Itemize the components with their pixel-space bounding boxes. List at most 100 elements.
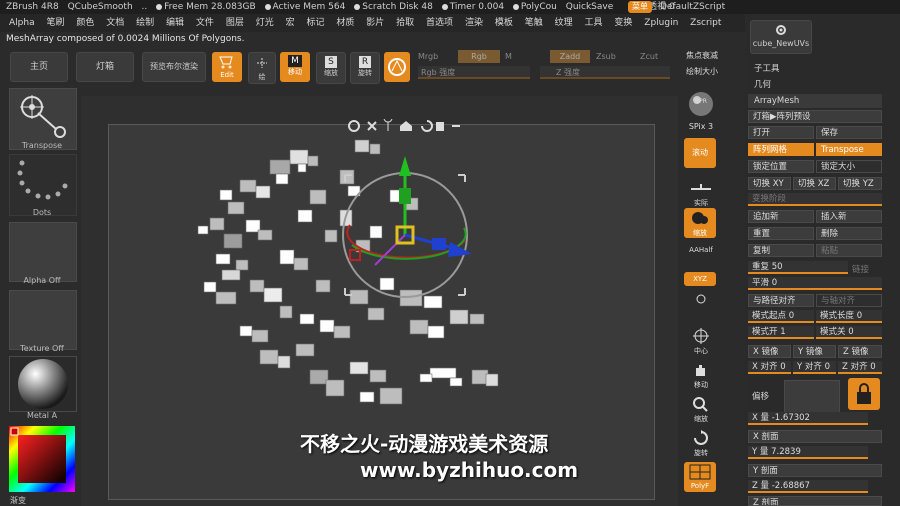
menu-item-material[interactable]: 材质 [336,18,354,28]
focal-shift-slider[interactable]: 焦点衰减 [686,50,718,61]
y-align-slider[interactable]: Y 对齐 0 [793,361,836,374]
aahalf-button[interactable]: AAHalf [686,246,716,266]
menu-item-preferences[interactable]: 首选项 [426,18,453,28]
chain-toggle[interactable]: 链接 [852,263,869,275]
pattern-off-slider[interactable]: 模式关 0 [816,326,882,339]
menu-item-transform[interactable]: 变换 [614,18,632,28]
texture-thumb[interactable] [9,290,77,350]
menu-item-texture[interactable]: 纹理 [555,18,573,28]
geometry-header[interactable]: 几何 [754,78,771,90]
append-new-button[interactable]: 追加新 [748,210,814,223]
menu-item-alpha[interactable]: Alpha [9,18,35,28]
paste-button[interactable]: 粘贴 [816,244,882,257]
quicksave-button[interactable]: QuickSave [566,2,614,12]
menu-item-stencil[interactable]: 模板 [495,18,513,28]
zoom-button[interactable]: 缩放 [684,208,716,238]
rotate-button[interactable]: R 旋转 [350,52,380,84]
align-to-axis-button[interactable]: 与轴对齐 [816,294,882,307]
z-amount-slider[interactable]: Z 量 -2.68867 [748,480,868,493]
x-profile-button[interactable]: X 剖面 [748,430,882,443]
material-thumb[interactable] [9,356,77,412]
scroll-button[interactable]: 滚动 [684,138,716,168]
switch-xz-button[interactable]: 切换 XZ [793,177,836,190]
lock-size-toggle[interactable]: 锁定大小 [816,160,882,173]
move-view-button[interactable]: 移动 [686,362,716,390]
rgb-intensity-slider[interactable]: Rgb 强度 [418,66,530,79]
delete-button[interactable]: 删除 [816,227,882,240]
reset-button[interactable]: 重置 [748,227,814,240]
menu-item-picker[interactable]: 拾取 [396,18,414,28]
qcubesmooth-label[interactable]: QCubeSmooth [68,2,133,12]
menu-item-marker[interactable]: 标记 [306,18,324,28]
menu-button[interactable]: 菜单 [628,1,652,13]
x-amount-slider[interactable]: X 量 -1.67302 [748,412,868,425]
draw-button[interactable]: 绘 [248,52,276,84]
pattern-on-slider[interactable]: 模式开 1 [748,326,814,339]
zsphere-button[interactable] [384,52,410,82]
move-button[interactable]: M 移动 [280,52,310,82]
transform-stage-slider[interactable]: 变换阶段 [748,193,882,206]
x-align-slider[interactable]: X 对齐 0 [748,361,791,374]
menu-item-brush[interactable]: 笔刷 [46,18,64,28]
offset-lock-button[interactable] [848,378,880,410]
menu-item-file[interactable]: 文件 [196,18,214,28]
lightbox-button[interactable]: 灯箱 [76,52,134,82]
y-mirror-button[interactable]: Y 镜像 [793,345,836,358]
menu-item-color[interactable]: 颜色 [76,18,94,28]
menu-item-layer[interactable]: 图层 [226,18,244,28]
y-amount-slider[interactable]: Y 量 7.2839 [748,446,868,459]
menu-item-zplugin[interactable]: Zplugin [644,18,678,28]
home-button[interactable]: 主页 [10,52,68,82]
save-button[interactable]: 保存 [816,126,882,139]
zadd-toggle[interactable]: Zadd [550,50,590,63]
menu-item-macro[interactable]: 宏 [286,18,295,28]
frame-button[interactable]: 中心 [686,328,716,356]
copy-button[interactable]: 复制 [748,244,814,257]
menu-item-light[interactable]: 灯光 [256,18,274,28]
zcut-toggle[interactable]: Zcut [640,52,658,61]
scale-view-button[interactable]: 缩放 [686,396,716,424]
smooth-slider[interactable]: 平滑 0 [748,277,882,290]
draw-size-slider[interactable]: 绘制大小 [686,66,718,77]
align-to-path-button[interactable]: 与路径对齐 [748,294,814,307]
offset-label[interactable]: 偏移 [752,390,769,402]
current-tool-thumb[interactable]: cube_NewUVs [750,20,812,54]
z-mirror-button[interactable]: Z 镜像 [838,345,882,358]
array-mesh-model[interactable] [180,130,570,430]
open-button[interactable]: 打开 [748,126,814,139]
menu-item-render[interactable]: 渲染 [465,18,483,28]
rotate-view-button[interactable]: 旋转 [686,430,716,458]
x-mirror-button[interactable]: X 镜像 [748,345,791,358]
lock-position-toggle[interactable]: 锁定位置 [748,160,814,173]
menu-item-document[interactable]: 文档 [106,18,124,28]
xyz-button[interactable]: XYZ [684,272,716,286]
switch-yz-button[interactable]: 切换 YZ [838,177,882,190]
menu-item-stroke[interactable]: 笔触 [525,18,543,28]
y-profile-button[interactable]: Y 剖面 [748,464,882,477]
offset-curve-thumb[interactable] [784,380,840,414]
repeat-slider[interactable]: 重复 50 [748,261,848,274]
subtool-header[interactable]: 子工具 [754,62,780,74]
menu-item-movie[interactable]: 影片 [366,18,384,28]
rgb-toggle[interactable]: Rgb [458,50,500,63]
lightbox-array-preset-button[interactable]: 灯箱▶阵列预设 [748,110,882,123]
zsub-toggle[interactable]: Zsub [596,52,616,61]
z-intensity-slider[interactable]: Z 强度 [540,66,670,79]
mrgb-label[interactable]: Mrgb [418,52,438,61]
menu-item-draw[interactable]: 绘制 [136,18,154,28]
alpha-thumb[interactable] [9,222,77,282]
edit-button[interactable]: Edit [212,52,242,82]
z-profile-button[interactable]: Z 剖面 [748,496,882,506]
actual-button[interactable]: 实际 [686,182,716,207]
insert-new-button[interactable]: 插入新 [816,210,882,223]
array-mesh-toggle[interactable]: 阵列网格 [748,143,814,156]
m-toggle[interactable]: M [505,52,512,61]
stroke-dots-thumb[interactable] [9,154,77,216]
polyframe-button[interactable]: PolyF [684,462,716,492]
pattern-start-slider[interactable]: 模式起点 0 [748,310,814,323]
pattern-length-slider[interactable]: 模式长度 0 [816,310,882,323]
color-picker[interactable] [9,426,75,492]
menu-item-edit[interactable]: 编辑 [166,18,184,28]
menu-item-zscript[interactable]: Zscript [690,18,721,28]
bpr-preview-button[interactable]: 预览布尔渲染 [142,52,206,82]
